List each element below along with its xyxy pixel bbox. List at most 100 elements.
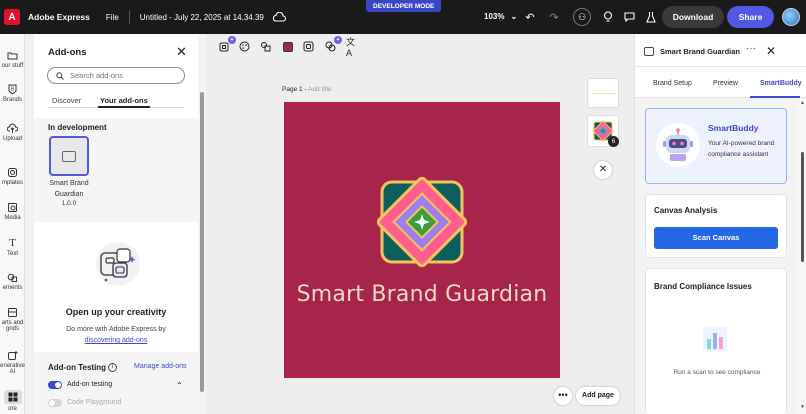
adobe-logo-icon[interactable]: A <box>4 9 20 25</box>
rail-item-charts-and-grids[interactable]: arts and grids <box>0 307 25 332</box>
addon-testing-section: Add-on Testing i Manage add-ons Add-on t… <box>34 352 198 414</box>
tab-your-addons[interactable]: Your add-ons <box>100 96 148 105</box>
page-label: Page 1 - Add title <box>282 86 332 93</box>
manage-addons-link[interactable]: Manage add-ons <box>134 363 187 370</box>
rail-label: Text <box>6 251 18 257</box>
undo-icon[interactable]: ↶ <box>522 9 538 25</box>
chevron-up-icon[interactable]: ⌃ <box>176 381 183 390</box>
bar-chart-icon <box>703 327 727 351</box>
lab-flask-icon[interactable] <box>643 9 659 25</box>
rail-item-upload[interactable]: Upload <box>0 123 25 142</box>
addon-name: Smart Brand Guardian <box>42 178 96 200</box>
shapes-icon[interactable] <box>259 40 272 53</box>
scrollbar-thumb[interactable] <box>801 152 804 262</box>
search-icon <box>56 71 64 80</box>
addon-testing-toggle[interactable] <box>48 381 62 389</box>
zoom-level[interactable]: 103% ⌄ <box>484 12 517 21</box>
addon-tool-icon[interactable]: ✦ <box>218 36 236 53</box>
rail-item-your-stuff[interactable]: our stuff <box>0 50 25 69</box>
rail-label: Upload <box>2 136 22 142</box>
scroll-up-icon[interactable]: ▲ <box>800 100 805 106</box>
scroll-down-icon[interactable]: ▼ <box>800 404 805 410</box>
more-icon[interactable]: ··· <box>746 43 756 54</box>
rail-label: our stuff <box>1 63 24 69</box>
frame-icon[interactable] <box>302 40 315 53</box>
translate-icon[interactable]: 文A <box>346 37 359 58</box>
smart-brand-guardian-panel: Smart Brand Guardian ··· ✕ Brand Setup P… <box>634 34 806 414</box>
scan-canvas-button[interactable]: Scan Canvas <box>654 227 778 249</box>
design-title-text[interactable]: Smart Brand Guardian <box>284 282 560 307</box>
smartbuddy-description: Your AI-powered brand compliance assista… <box>708 140 775 158</box>
toggle-label: Code Playground <box>67 399 122 406</box>
share-button[interactable]: Share <box>727 6 774 28</box>
promo-body: Do more with Adobe Express by <box>66 326 166 333</box>
more-options-button[interactable]: ••• <box>554 387 572 405</box>
folder-icon <box>7 52 18 60</box>
color-swatch-icon[interactable] <box>281 40 294 53</box>
rail-item-media[interactable]: Media <box>0 202 25 221</box>
page-thumbnail-blank[interactable] <box>587 78 619 108</box>
svg-text:B: B <box>11 87 15 93</box>
tab-smartbuddy[interactable]: SmartBuddy <box>760 80 802 87</box>
close-icon[interactable]: ✕ <box>766 44 776 58</box>
rail-item-brands[interactable]: B Brands <box>0 84 25 103</box>
rail-item-generative-ai[interactable]: enerative AI <box>0 350 25 375</box>
rail-item-add-ons[interactable] <box>0 390 25 404</box>
smartbuddy-name: SmartBuddy <box>708 123 759 133</box>
app-name: Adobe Express <box>28 12 90 22</box>
panel-title: Smart Brand Guardian <box>660 47 741 56</box>
panel-window-icon <box>644 47 654 56</box>
smartbuddy-card: SmartBuddy Your AI-powered brand complia… <box>645 108 787 184</box>
left-rail: our stuff B Brands Upload mplates Media … <box>0 34 25 414</box>
rail-label: Brands <box>2 97 22 103</box>
rail-label: mplates <box>1 180 23 186</box>
close-icon[interactable]: ✕ <box>176 44 187 60</box>
rail-label: grids <box>5 326 19 332</box>
close-icon[interactable]: ✕ <box>594 161 612 179</box>
addons-illustration-icon <box>96 242 140 286</box>
panel-scrollbar[interactable]: ▲ ▼ <box>798 98 806 414</box>
briefcase-icon <box>62 150 76 162</box>
card-title: Brand Compliance Issues <box>654 282 752 291</box>
toggle-label: Add-on testing <box>67 381 113 388</box>
lightbulb-icon[interactable] <box>600 9 616 25</box>
promo-title: Open up your creativity <box>65 307 167 317</box>
search-box[interactable] <box>47 67 185 84</box>
code-playground-toggle[interactable] <box>48 399 62 407</box>
rail-item-more[interactable]: ore <box>0 406 25 412</box>
addons-scrollbar[interactable] <box>198 34 206 414</box>
rail-item-elements[interactable]: ements <box>0 272 25 291</box>
rail-item-text[interactable]: T Text <box>0 238 25 258</box>
effects-icon[interactable]: ✦ <box>324 36 342 53</box>
addon-card-smart-brand-guardian[interactable] <box>49 136 89 176</box>
invite-user-icon[interactable]: ⚇ <box>573 8 591 26</box>
brand-logo-icon[interactable] <box>368 168 476 276</box>
search-input[interactable] <box>70 71 180 80</box>
design-canvas[interactable]: Smart Brand Guardian <box>284 102 560 378</box>
page-thumbnail-logo[interactable]: 6 <box>587 115 619 147</box>
media-icon <box>8 203 17 212</box>
divider <box>128 10 130 24</box>
discover-addons-link[interactable]: discovering add-ons <box>85 337 148 344</box>
redo-icon[interactable]: ↷ <box>546 9 562 25</box>
addon-name-line-2: Guardian <box>54 191 84 198</box>
palette-icon[interactable] <box>238 40 251 53</box>
rail-item-templates[interactable]: mplates <box>0 167 25 186</box>
notification-badge: ✦ <box>334 36 342 44</box>
file-menu[interactable]: File <box>106 13 119 22</box>
scrollbar-thumb[interactable] <box>200 92 204 392</box>
tab-brand-setup[interactable]: Brand Setup <box>653 80 692 87</box>
comment-icon[interactable] <box>621 9 637 25</box>
canvas-area: ✦ ✦ 文A Page 1 - Add title Smart Brand Gu… <box>206 34 634 414</box>
tab-preview[interactable]: Preview <box>713 80 738 87</box>
tab-discover[interactable]: Discover <box>52 96 81 105</box>
user-avatar[interactable] <box>782 8 800 26</box>
download-button[interactable]: Download <box>662 6 724 28</box>
add-title-field[interactable]: Add title <box>308 86 332 93</box>
info-icon[interactable]: i <box>108 363 117 372</box>
addons-icon <box>3 390 22 404</box>
cloud-sync-icon <box>272 12 286 22</box>
add-page-button[interactable]: Add page <box>576 387 620 405</box>
in-development-section: In development Smart Brand Guardian 1.0.… <box>34 118 198 222</box>
document-title[interactable]: Untitled - July 22, 2025 at 14.34.39 <box>140 13 264 22</box>
